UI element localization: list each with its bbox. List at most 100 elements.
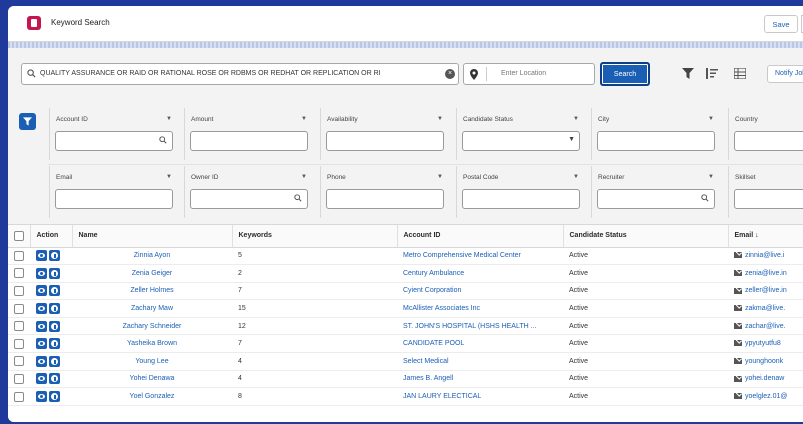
account-link[interactable]: ST. JOHN'S HOSPITAL (HSHS HEALTH ...: [397, 317, 563, 336]
filter-owner-id-input[interactable]: [190, 189, 308, 209]
info-icon[interactable]: [49, 250, 60, 262]
filter-toggle-button[interactable]: [19, 113, 36, 130]
candidate-name-link[interactable]: Zenia Geiger: [72, 264, 232, 283]
row-checkbox-cell[interactable]: [8, 299, 30, 318]
select-all-checkbox[interactable]: [14, 230, 24, 241]
email-link[interactable]: yohei.denaw: [745, 375, 784, 382]
row-checkbox[interactable]: [14, 303, 24, 314]
column-header-candidate-status[interactable]: Candidate Status: [563, 225, 729, 248]
sort-icon[interactable]: [706, 68, 718, 79]
clear-search-icon[interactable]: ×: [445, 69, 455, 79]
filter-field-selector[interactable]: City ▼: [598, 116, 714, 123]
account-link[interactable]: Select Medical: [397, 352, 563, 371]
column-header-keywords[interactable]: Keywords: [232, 225, 398, 248]
notify-jobs-button[interactable]: Notify Jobs: [767, 65, 803, 83]
filter-field-selector[interactable]: Account ID ▼: [56, 116, 172, 123]
filter-field-selector[interactable]: Phone ▼: [327, 174, 443, 181]
email-link[interactable]: zeller@live.in: [745, 287, 787, 294]
row-checkbox[interactable]: [14, 391, 24, 402]
filter-phone-input[interactable]: [326, 189, 444, 209]
account-link[interactable]: JAN LAURY ELECTICAL: [397, 387, 563, 406]
account-link[interactable]: Cyient Corporation: [397, 282, 563, 301]
view-icon[interactable]: [36, 338, 47, 350]
candidate-name-link[interactable]: Yohei Denawa: [72, 370, 232, 389]
filter-field-selector[interactable]: Country▼: [735, 116, 803, 123]
candidate-name-link[interactable]: Zeller Holmes: [72, 282, 232, 301]
filter-field-selector[interactable]: Postal Code ▼: [463, 174, 579, 181]
filter-field-selector[interactable]: Skillset▼: [735, 174, 803, 181]
view-icon[interactable]: [36, 303, 47, 315]
candidate-name-link[interactable]: Zachary Schneider: [72, 317, 232, 336]
info-icon[interactable]: [49, 267, 60, 279]
row-checkbox-cell[interactable]: [8, 282, 30, 301]
table-row[interactable]: Yasheika Brown 7 CANDIDATE POOL Active ypyut…: [8, 334, 803, 354]
save-button[interactable]: Save: [764, 15, 798, 33]
row-checkbox[interactable]: [14, 373, 24, 384]
row-checkbox[interactable]: [14, 356, 24, 367]
view-icon[interactable]: [36, 267, 47, 279]
info-icon[interactable]: [49, 373, 60, 385]
filter-skillset-input[interactable]: [734, 189, 803, 209]
email-link[interactable]: zinnia@live.i: [745, 252, 784, 259]
candidate-name-link[interactable]: Zinnia Ayon: [72, 247, 232, 266]
filter-city-input[interactable]: [597, 131, 715, 151]
table-row[interactable]: Young Lee 4 Select Medical Active younghoonk: [8, 352, 803, 371]
filter-field-selector[interactable]: Availability ▼: [327, 116, 443, 123]
row-checkbox-cell[interactable]: [8, 264, 30, 283]
email-link[interactable]: zenia@live.in: [745, 270, 787, 277]
column-header-email[interactable]: Email ↓: [728, 225, 803, 248]
candidate-name-link[interactable]: Yasheika Brown: [72, 334, 232, 354]
view-icon[interactable]: [36, 373, 47, 385]
table-row[interactable]: Zenia Geiger 2 Century Ambulance Active zeni…: [8, 264, 803, 283]
filter-field-selector[interactable]: Recruiter ▼: [598, 174, 714, 181]
candidate-name-link[interactable]: Yoel Gonzalez: [72, 387, 232, 406]
info-icon[interactable]: [49, 338, 60, 350]
view-icon[interactable]: [36, 320, 47, 332]
keyword-search-input[interactable]: QUALITY ASSURANCE OR RAID OR RATIONAL RO…: [21, 63, 459, 85]
row-checkbox-cell[interactable]: [8, 352, 30, 371]
row-checkbox[interactable]: [14, 250, 24, 261]
filter-recruiter-input[interactable]: [597, 189, 715, 209]
column-header-account-id[interactable]: Account ID: [397, 225, 564, 248]
info-icon[interactable]: [49, 391, 60, 403]
row-checkbox-cell[interactable]: [8, 387, 30, 406]
filter-field-selector[interactable]: Owner ID ▼: [191, 174, 307, 181]
filter-availability-input[interactable]: [326, 131, 444, 151]
search-button[interactable]: Search: [600, 62, 650, 86]
filter-account-id-input[interactable]: [55, 131, 173, 151]
email-link[interactable]: younghoonk: [745, 358, 783, 365]
info-icon[interactable]: [49, 285, 60, 297]
row-checkbox[interactable]: [14, 285, 24, 296]
row-checkbox-cell[interactable]: [8, 247, 30, 266]
filter-field-selector[interactable]: Email ▼: [56, 174, 172, 181]
table-row[interactable]: Zinnia Ayon 5 Metro Comprehensive Medical …: [8, 247, 803, 266]
column-header-name[interactable]: Name: [72, 225, 233, 248]
column-settings-icon[interactable]: [734, 68, 746, 79]
candidate-name-link[interactable]: Zachary Maw: [72, 299, 232, 318]
view-icon[interactable]: [36, 285, 47, 297]
email-link[interactable]: zachar@live.: [745, 323, 786, 330]
view-icon[interactable]: [36, 250, 47, 262]
view-icon[interactable]: [36, 391, 47, 403]
info-icon[interactable]: [49, 320, 60, 332]
row-checkbox[interactable]: [14, 268, 24, 279]
table-row[interactable]: Yoel Gonzalez 8 JAN LAURY ELECTICAL Active y…: [8, 387, 803, 406]
filter-candidate-status-select[interactable]: ▼: [462, 131, 580, 151]
candidate-name-link[interactable]: Young Lee: [72, 352, 232, 371]
table-row[interactable]: Zachary Schneider 12 ST. JOHN'S HOSPITAL (…: [8, 317, 803, 336]
info-icon[interactable]: [49, 355, 60, 367]
table-row[interactable]: Yohei Denawa 4 James B. Angell Active yohei.…: [8, 370, 803, 389]
email-link[interactable]: yoelglez.01@: [745, 393, 788, 400]
row-checkbox[interactable]: [14, 321, 24, 332]
row-checkbox-cell[interactable]: [8, 370, 30, 389]
row-checkbox[interactable]: [14, 338, 24, 349]
row-checkbox-cell[interactable]: [8, 317, 30, 336]
row-checkbox-cell[interactable]: [8, 334, 30, 354]
filter-country-input[interactable]: [734, 131, 803, 151]
filter-postal-code-input[interactable]: [462, 189, 580, 209]
account-link[interactable]: McAllister Associates Inc: [397, 299, 563, 318]
account-link[interactable]: James B. Angell: [397, 370, 563, 389]
filter-field-selector[interactable]: Candidate Status ▼: [463, 116, 579, 123]
filter-amount-input[interactable]: [190, 131, 308, 151]
filter-email-input[interactable]: [55, 189, 173, 209]
